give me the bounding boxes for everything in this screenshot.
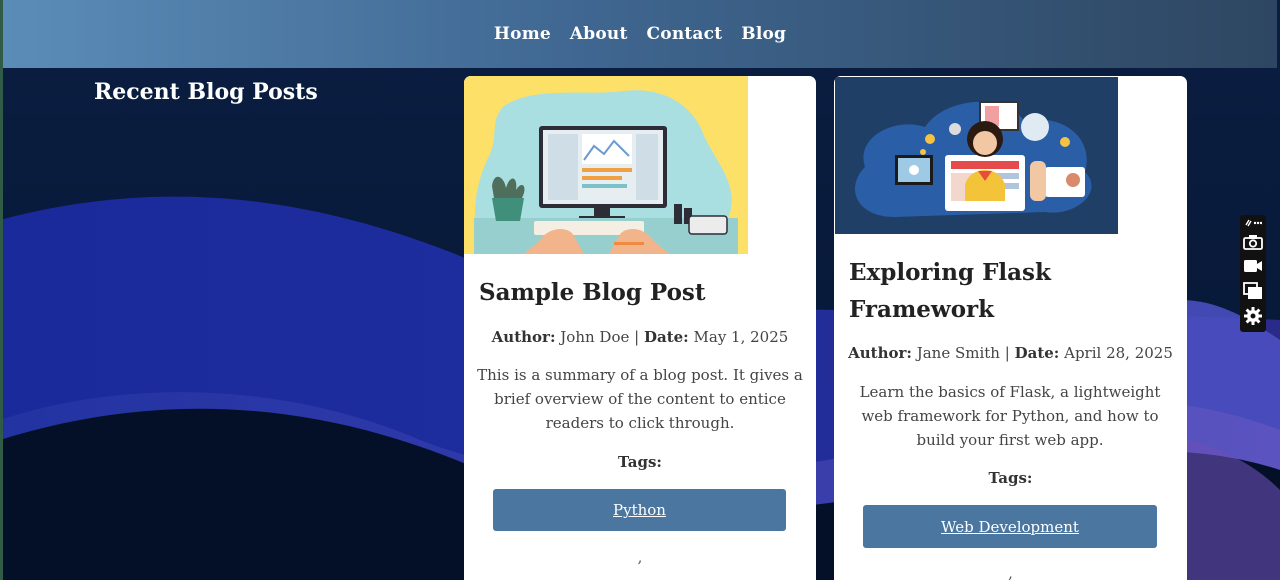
tags-label: Tags: (988, 469, 1033, 487)
blog-post-card: Sample Blog Post Author: John Doe | Date… (464, 76, 816, 580)
meta-separator: | (1004, 344, 1010, 362)
video-icon[interactable] (1242, 255, 1264, 277)
post-date: May 1, 2025 (693, 328, 789, 346)
left-edge-strip (0, 0, 3, 580)
post-title[interactable]: Sample Blog Post (479, 274, 809, 311)
tags-trailing-comma: , (637, 548, 643, 566)
tag-button-web-development[interactable]: Web Development (863, 505, 1157, 548)
author-name: John Doe (560, 328, 630, 346)
date-label: Date: (643, 328, 689, 346)
author-label: Author: (848, 344, 912, 362)
post-meta: Author: Jane Smith | Date: April 28, 202… (834, 344, 1187, 362)
gear-icon[interactable] (1242, 305, 1264, 327)
nav-blog-link[interactable]: Blog (741, 24, 786, 44)
post-image-desk-illustration (464, 76, 748, 254)
post-meta: Author: John Doe | Date: May 1, 2025 (464, 328, 816, 346)
author-name: Jane Smith (916, 344, 1000, 362)
screen-capture-toolbar (1240, 215, 1266, 332)
nav-home-link[interactable]: Home (494, 24, 551, 44)
meta-separator: | (634, 328, 640, 346)
tags-label: Tags: (618, 453, 662, 471)
blog-post-card: Exploring Flask Framework Author: Jane S… (834, 76, 1187, 580)
windows-icon[interactable] (1242, 280, 1264, 302)
nav-contact-link[interactable]: Contact (647, 24, 723, 44)
nav-about-link[interactable]: About (570, 24, 628, 44)
top-navbar: Home About Contact Blog (3, 0, 1277, 68)
post-image-web-illustration (835, 77, 1118, 234)
tags-trailing-comma: , (1008, 564, 1013, 580)
post-date: April 28, 2025 (1064, 344, 1173, 362)
page-title: Recent Blog Posts (94, 79, 318, 105)
post-summary: This is a summary of a blog post. It giv… (477, 366, 803, 432)
post-summary: Learn the basics of Flask, a lightweight… (859, 383, 1161, 449)
camera-icon[interactable] (1242, 231, 1264, 253)
author-label: Author: (491, 328, 556, 346)
tag-button-python[interactable]: Python (493, 489, 786, 531)
link-more-icon[interactable] (1242, 215, 1264, 231)
post-title[interactable]: Exploring Flask Framework (849, 254, 1149, 328)
date-label: Date: (1014, 344, 1060, 362)
